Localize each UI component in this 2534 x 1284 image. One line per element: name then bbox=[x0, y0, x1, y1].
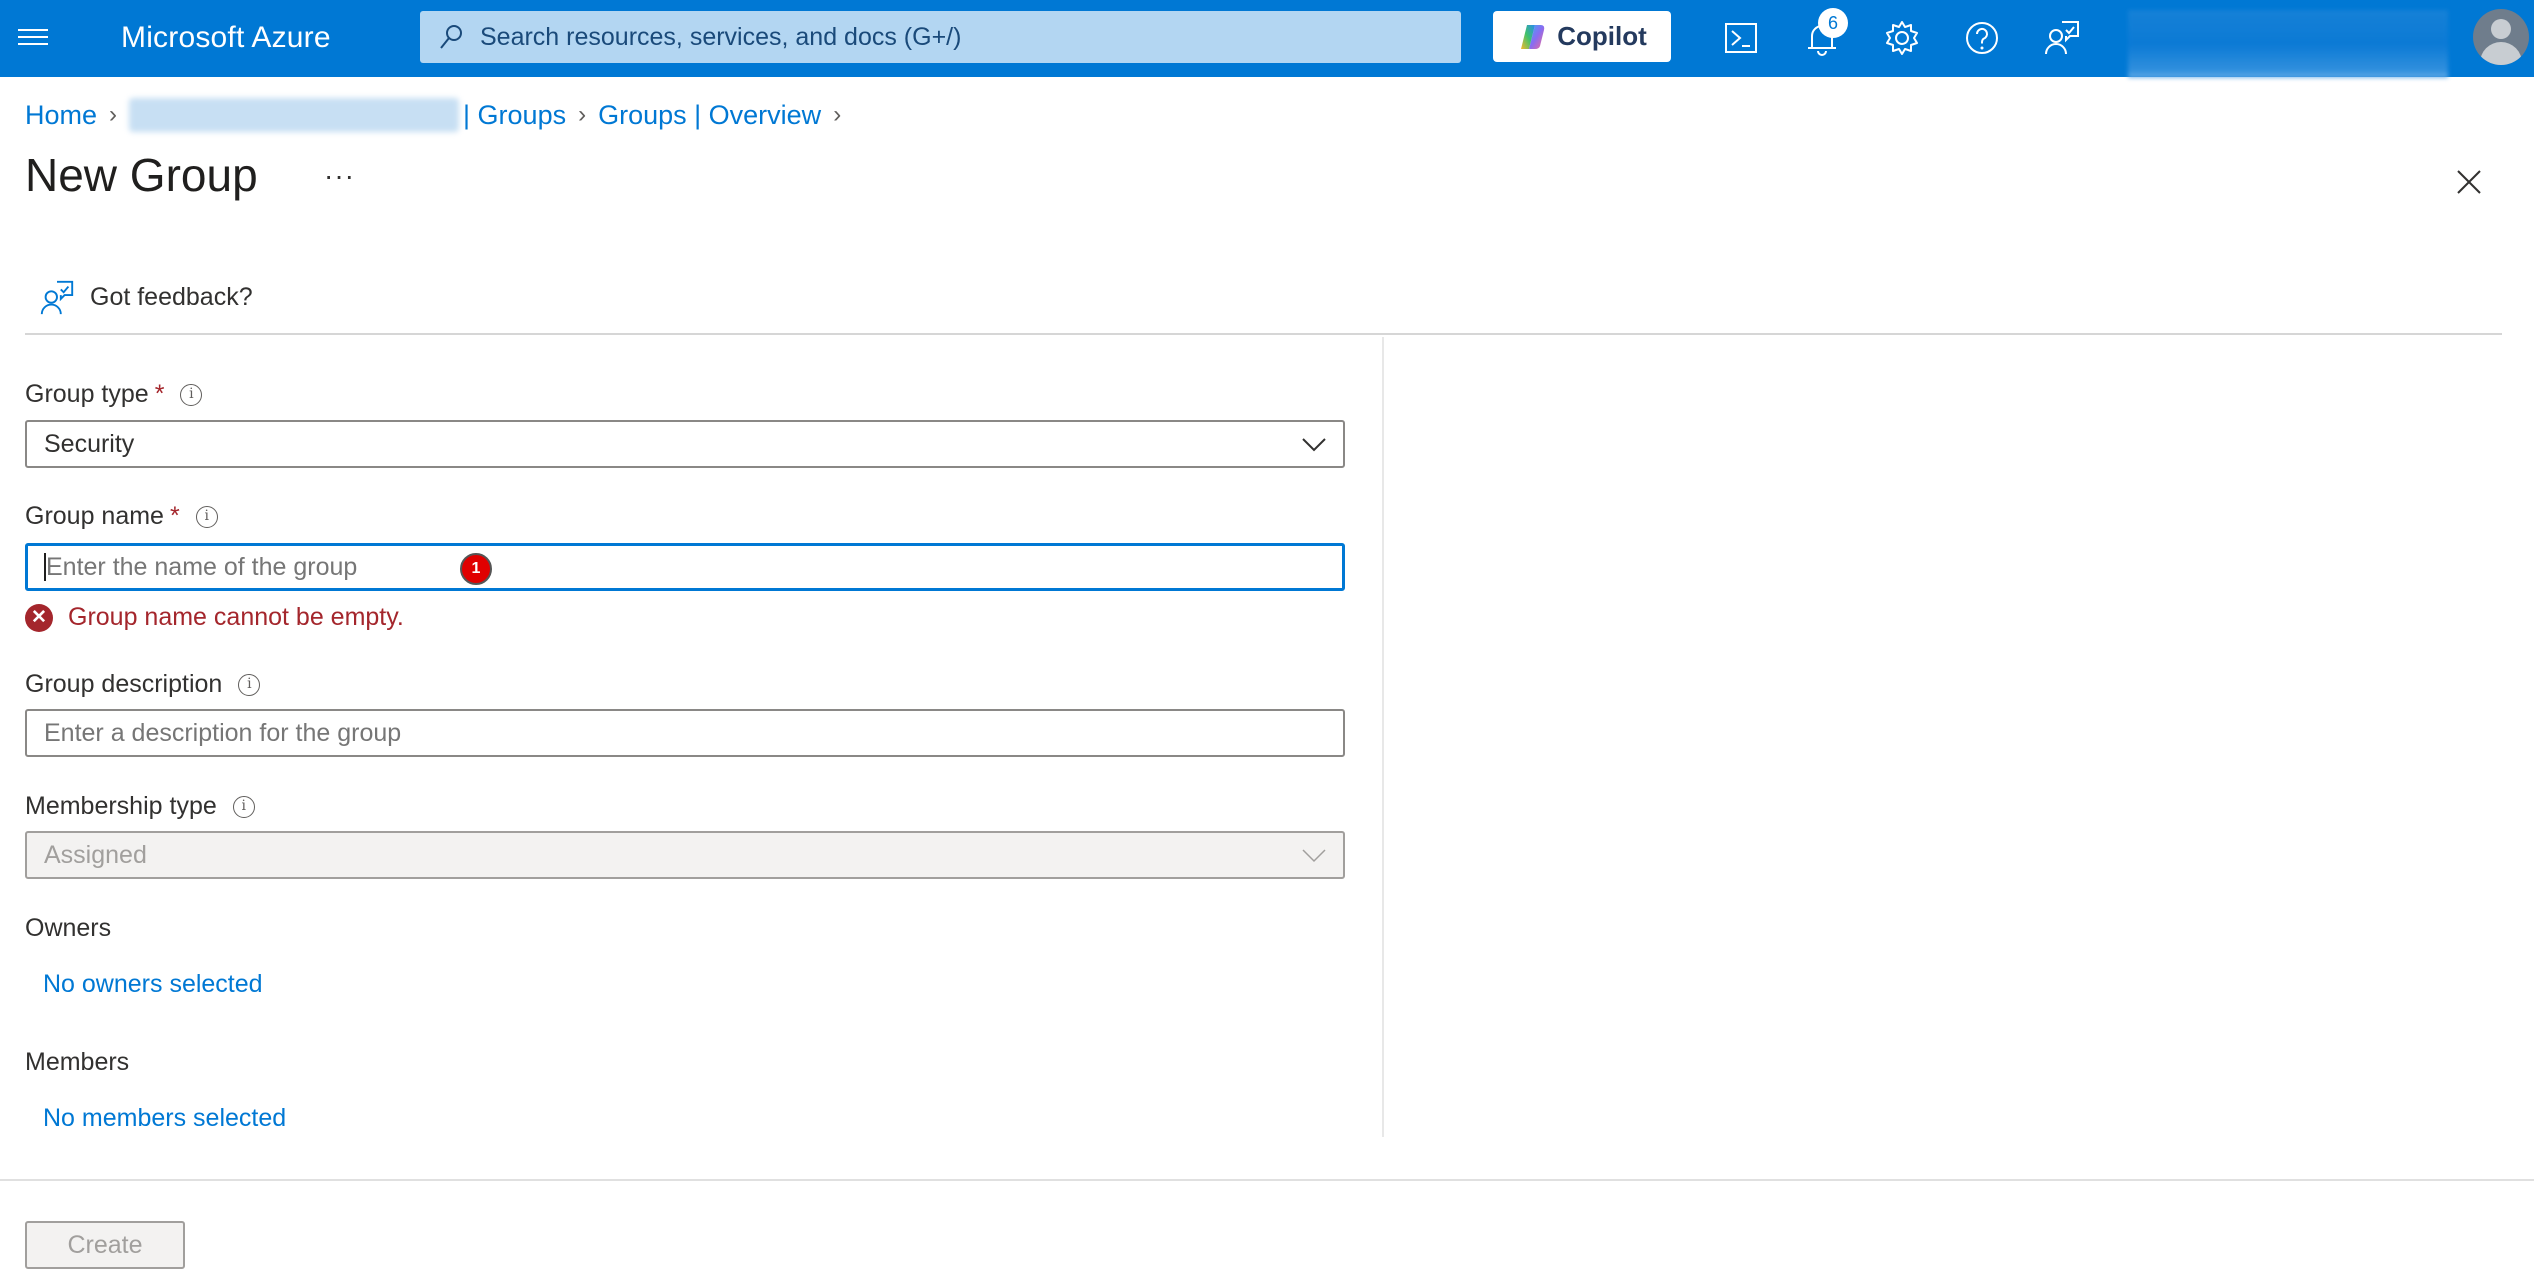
membership-type-value: Assigned bbox=[44, 840, 147, 869]
group-type-value: Security bbox=[44, 429, 135, 458]
no-members-selected-link[interactable]: No members selected bbox=[43, 1104, 286, 1133]
header-divider bbox=[25, 333, 2502, 335]
account-info-redacted[interactable] bbox=[2128, 10, 2448, 78]
got-feedback-button[interactable]: Got feedback? bbox=[38, 278, 253, 316]
copilot-button[interactable]: Copilot bbox=[1493, 11, 1671, 62]
chevron-right-icon: › bbox=[578, 101, 587, 128]
feedback-icon bbox=[40, 280, 74, 315]
chevron-down-icon bbox=[1302, 438, 1326, 452]
global-search-input[interactable]: Search resources, services, and docs (G+… bbox=[420, 11, 1461, 63]
info-icon[interactable]: i bbox=[180, 383, 203, 406]
avatar-head-icon bbox=[2491, 19, 2511, 39]
feedback-person-icon[interactable] bbox=[2042, 18, 2082, 58]
info-icon[interactable]: i bbox=[238, 673, 261, 696]
chevron-right-icon: › bbox=[833, 101, 842, 128]
breadcrumb-groups[interactable]: | Groups bbox=[463, 100, 566, 131]
group-type-label-text: Group type bbox=[25, 380, 149, 408]
chevron-down-icon bbox=[1302, 849, 1326, 863]
settings-gear-icon[interactable] bbox=[1882, 18, 1922, 58]
notification-count-badge: 6 bbox=[1818, 8, 1848, 38]
breadcrumb-redacted-tenant bbox=[129, 98, 460, 132]
copilot-label: Copilot bbox=[1557, 21, 1647, 51]
group-name-label: Group name * i bbox=[25, 502, 218, 531]
breadcrumb-groups-overview[interactable]: Groups | Overview bbox=[598, 100, 821, 131]
group-name-label-text: Group name bbox=[25, 502, 164, 530]
owners-label: Owners bbox=[25, 914, 111, 943]
membership-type-dropdown[interactable]: Assigned bbox=[25, 831, 1345, 879]
close-icon[interactable] bbox=[2455, 168, 2483, 196]
panel-divider bbox=[1382, 337, 1384, 1137]
members-label-text: Members bbox=[25, 1048, 130, 1076]
error-message: Group name cannot be empty. bbox=[68, 603, 404, 631]
create-button[interactable]: Create bbox=[25, 1221, 185, 1269]
user-avatar[interactable] bbox=[2473, 9, 2529, 65]
copilot-logo-icon bbox=[1521, 24, 1545, 49]
avatar-body-icon bbox=[2480, 42, 2522, 65]
error-icon: ✕ bbox=[25, 603, 53, 632]
annotation-marker: 1 bbox=[460, 553, 492, 585]
group-name-placeholder: Enter the name of the group bbox=[46, 552, 358, 581]
hamburger-menu-icon[interactable] bbox=[18, 24, 48, 52]
group-type-label: Group type * i bbox=[25, 380, 203, 409]
required-asterisk: * bbox=[154, 380, 165, 408]
group-description-label: Group description i bbox=[25, 670, 261, 699]
owners-label-text: Owners bbox=[25, 914, 112, 942]
info-icon[interactable]: i bbox=[232, 795, 255, 818]
no-owners-selected-link[interactable]: No owners selected bbox=[43, 970, 263, 999]
feedback-label: Got feedback? bbox=[90, 282, 253, 311]
info-icon[interactable]: i bbox=[195, 505, 218, 528]
group-type-dropdown[interactable]: Security bbox=[25, 420, 1345, 468]
group-description-placeholder: Enter a description for the group bbox=[44, 718, 402, 747]
group-description-label-text: Group description bbox=[25, 670, 223, 698]
group-description-input[interactable]: Enter a description for the group bbox=[25, 709, 1345, 757]
help-question-icon[interactable] bbox=[1962, 18, 2002, 58]
group-name-input[interactable]: Enter the name of the group 1 bbox=[25, 543, 1345, 591]
breadcrumb: Home › | Groups › Groups | Overview › bbox=[25, 98, 853, 132]
page-title: New Group bbox=[25, 149, 258, 201]
more-options-button[interactable]: ··· bbox=[324, 160, 355, 192]
members-label: Members bbox=[25, 1048, 129, 1077]
chevron-right-icon: › bbox=[109, 101, 118, 128]
search-placeholder: Search resources, services, and docs (G+… bbox=[480, 22, 962, 51]
group-name-error: ✕ Group name cannot be empty. bbox=[25, 603, 404, 632]
footer-divider bbox=[0, 1179, 2534, 1181]
app-title[interactable]: Microsoft Azure bbox=[121, 21, 331, 55]
required-asterisk: * bbox=[169, 502, 180, 530]
search-icon bbox=[440, 25, 462, 49]
membership-type-label: Membership type i bbox=[25, 792, 255, 821]
membership-type-label-text: Membership type bbox=[25, 792, 217, 820]
breadcrumb-home[interactable]: Home bbox=[25, 100, 97, 131]
top-navigation-bar: Microsoft Azure Search resources, servic… bbox=[0, 0, 2534, 78]
cloud-shell-icon[interactable] bbox=[1722, 18, 1762, 58]
